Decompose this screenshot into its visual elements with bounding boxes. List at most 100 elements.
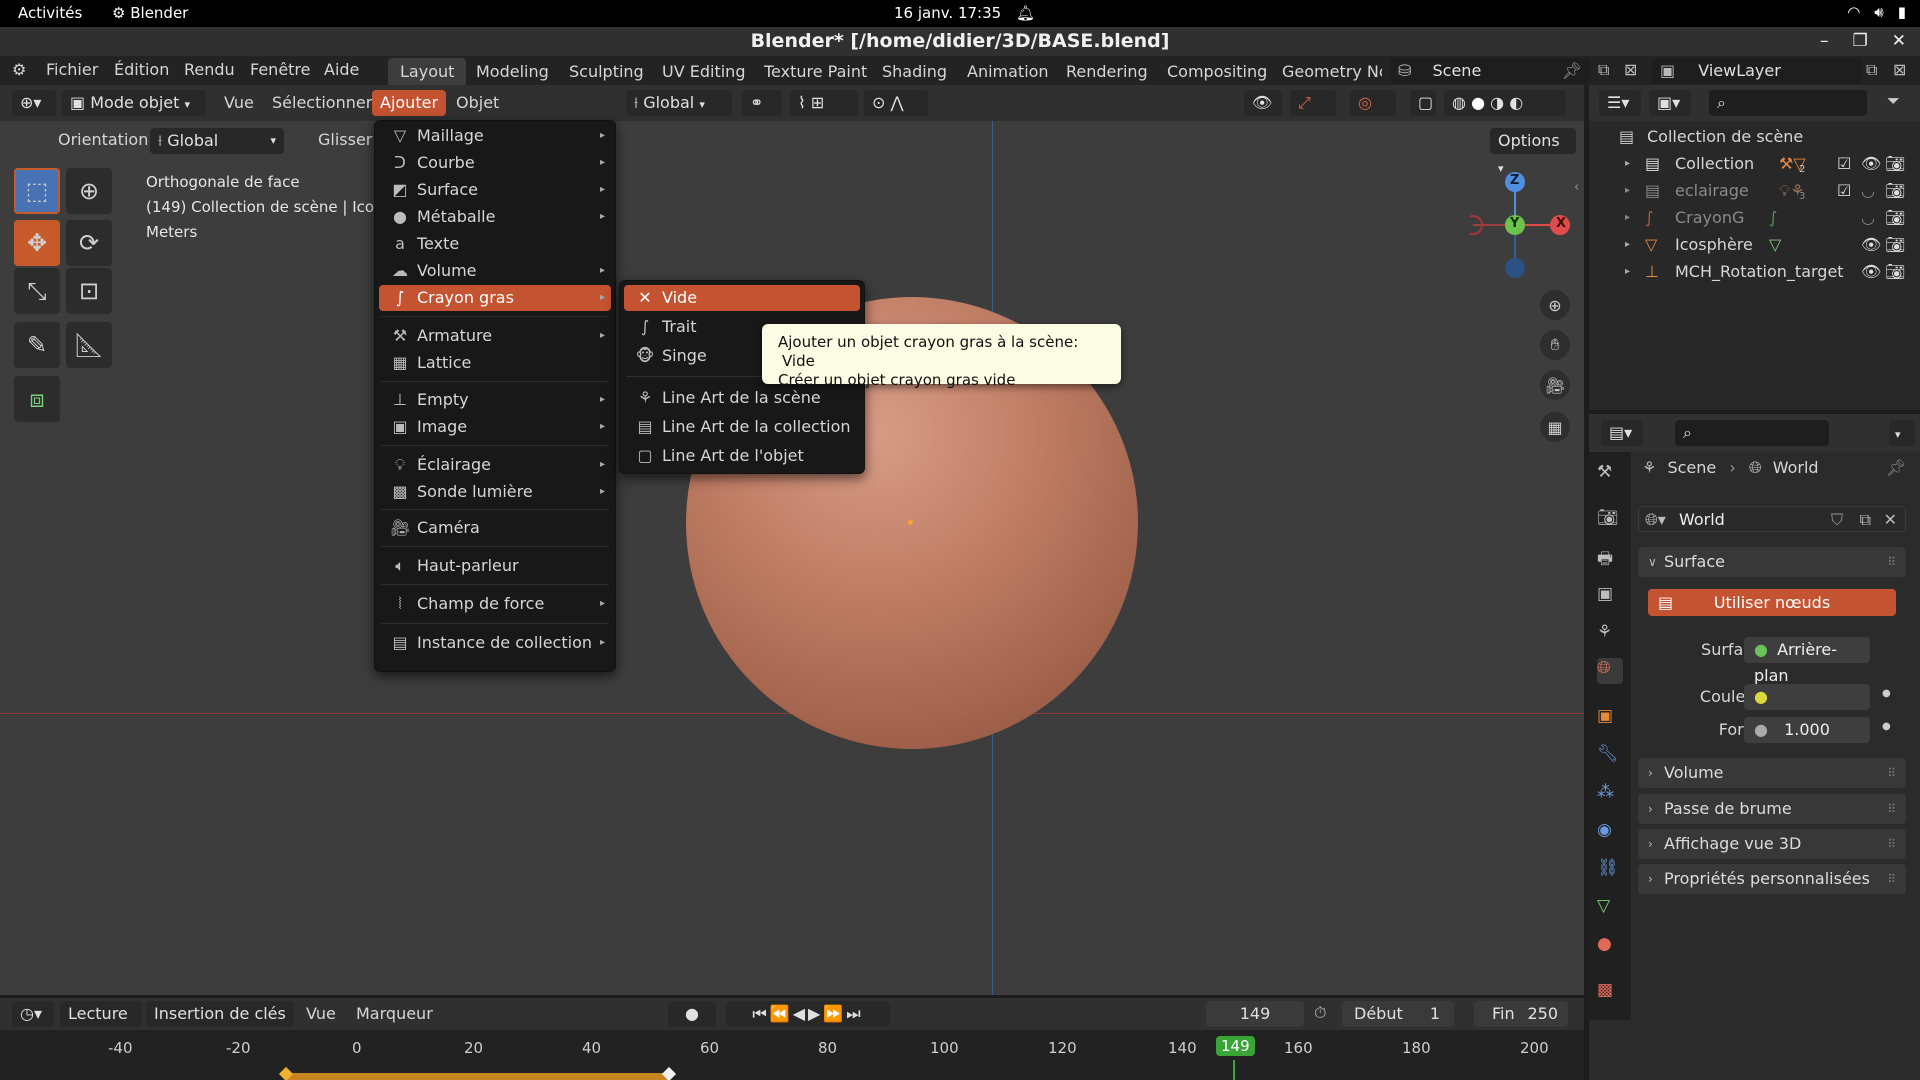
jump-end-icon[interactable]: ⏭ [846, 1004, 863, 1023]
drag-grip-icon[interactable]: ⠿ [1887, 864, 1896, 894]
menu-help[interactable]: Aide [324, 60, 359, 79]
stopwatch-icon[interactable]: ⏱ [1314, 1003, 1326, 1023]
playback-menu[interactable]: Lecture ▾ [60, 1001, 142, 1048]
add-cube-tool[interactable]: ⧈ [14, 376, 60, 422]
current-frame-indicator[interactable]: 149 [1216, 1036, 1255, 1056]
ortho-toggle-button[interactable]: ▦ [1540, 412, 1570, 442]
play-icon[interactable]: ▶ [808, 1004, 823, 1023]
output-tab-icon[interactable]: 🖶 [1597, 546, 1623, 572]
filter-icon[interactable]: ⏷ [1887, 91, 1900, 111]
expand-arrow-icon[interactable]: ▸ [1625, 177, 1630, 204]
surface-panel-header[interactable]: ∨ Surface ⠿ [1638, 547, 1906, 577]
add-menu-item-light-probe[interactable]: ▩ Sonde lumière ▸ [379, 479, 611, 505]
keyframe-dot-icon[interactable]: ● [1882, 721, 1891, 732]
collapse-sidebar-icon[interactable]: ‹ [1574, 180, 1579, 195]
tool-tab-icon[interactable]: ⚒ [1597, 462, 1623, 488]
use-nodes-button[interactable]: ▤ Utiliser nœuds [1648, 589, 1896, 616]
outliner-row-crayong[interactable]: ▸ ∫ CrayonG ∫ ◡ 📷︎ [1589, 204, 1920, 231]
texture-tab-icon[interactable]: ▩ [1597, 980, 1623, 1006]
add-menu-item-force-field[interactable]: ⦚ Champ de force ▸ [379, 591, 611, 617]
add-menu-item-collection-instance[interactable]: ▤ Instance de collection ▸ [379, 630, 611, 656]
gp-item-blank[interactable]: ✕ Vide [624, 285, 860, 311]
modifier-tab-icon[interactable]: 🔧︎ [1597, 744, 1623, 770]
surface-shader-selector[interactable]: ● Arrière-plan [1744, 637, 1870, 685]
activities-button[interactable]: Activités [18, 4, 82, 22]
pan-button[interactable]: ✋︎ [1540, 330, 1570, 360]
eye-closed-icon[interactable]: ◡ [1861, 177, 1875, 204]
add-menu-item-volume[interactable]: ☁ Volume ▸ [379, 258, 611, 284]
cursor-tool[interactable]: ⊕ [66, 168, 112, 214]
prev-keyframe-icon[interactable]: ⏪ [770, 1004, 793, 1023]
fake-user-icon[interactable]: ⛉ [1831, 507, 1843, 533]
render-camera-icon[interactable]: 📷︎ [1885, 231, 1905, 258]
outliner-search-input[interactable]: ⌕ [1709, 90, 1867, 116]
outliner-row-mch-rotation-target[interactable]: ▸ ⊥ MCH_Rotation_target 👁︎ 📷︎ [1589, 258, 1920, 285]
system-tray[interactable]: ◠ 🔊︎ ▮ [1847, 3, 1906, 21]
tab-animation[interactable]: Animation [955, 58, 1061, 85]
physics-tab-icon[interactable]: ◉ [1597, 820, 1623, 846]
gp-item-lineart-object[interactable]: ▢ Line Art de l'objet [624, 443, 860, 469]
start-frame-field[interactable]: Début 1 [1342, 1001, 1454, 1027]
render-camera-icon[interactable]: 📷︎ [1885, 177, 1905, 204]
add-menu-item-camera[interactable]: 🎥︎ Caméra [379, 515, 611, 541]
exclude-checkbox[interactable]: ☑ [1837, 177, 1851, 204]
expand-arrow-icon[interactable]: ▸ [1625, 258, 1630, 285]
auto-keying-toggle[interactable]: ● [668, 1001, 716, 1027]
eye-icon[interactable]: 👁︎ [1861, 231, 1881, 258]
camera-view-button[interactable]: 🎥︎ [1540, 370, 1570, 400]
material-tab-icon[interactable]: ● [1597, 934, 1623, 960]
outliner-row-collection[interactable]: ▸ ▤ Collection ⚒▽ 2 ☑ 👁︎ 📷︎ [1589, 150, 1920, 177]
snap-button[interactable]: ⌇ ⊞ [790, 90, 858, 116]
timeline-view-menu[interactable]: Vue [306, 1001, 336, 1027]
timeline-editor-type[interactable]: ◷▾ [12, 1001, 54, 1027]
zoom-button[interactable]: ⊕ [1540, 290, 1570, 320]
minimize-button[interactable]: – [1820, 27, 1829, 56]
menu-render[interactable]: Rendu [184, 60, 235, 79]
gizmo-toggle[interactable]: ⤢ [1290, 90, 1336, 116]
playback-controls[interactable]: ⏮⏪◀▶⏩⏭ [726, 1001, 890, 1027]
current-frame-field[interactable]: 149 [1206, 1001, 1304, 1027]
annotate-tool[interactable]: ✎ [14, 322, 60, 368]
orientation-selector[interactable]: ⟊ Global ▾ [150, 128, 284, 154]
expand-arrow-icon[interactable]: ▸ [1625, 150, 1630, 177]
maximize-button[interactable]: ❐ [1853, 27, 1868, 56]
proportional-edit-button[interactable]: ⊙ ⋀ [864, 90, 928, 116]
strength-field[interactable]: ● 1.000 [1744, 717, 1870, 743]
render-camera-icon[interactable]: 📷︎ [1885, 150, 1905, 177]
overlays-toggle[interactable]: ◎ [1350, 90, 1396, 116]
visibility-button[interactable]: 👁︎ [1244, 90, 1282, 116]
measure-tool[interactable]: 📐︎ [66, 322, 112, 368]
pin-icon[interactable]: 📌︎ [1886, 458, 1906, 477]
view-layer-tab-icon[interactable]: ▣ [1597, 584, 1623, 610]
tab-rendering[interactable]: Rendering [1054, 58, 1160, 85]
add-menu-item-text[interactable]: a Texte [379, 231, 611, 257]
expand-arrow-icon[interactable]: ▸ [1625, 204, 1630, 231]
mist-pass-panel-header[interactable]: › Passe de brume ⠿ [1638, 794, 1906, 824]
outliner-row-eclairage[interactable]: ▸ ▤ eclairage 💡︎⚘ 3 ☑ ◡ 📷︎ [1589, 177, 1920, 204]
tab-compositing[interactable]: Compositing [1155, 58, 1279, 85]
render-camera-icon[interactable]: 📷︎ [1885, 258, 1905, 285]
options-button[interactable]: Options ▾ [1490, 128, 1576, 175]
view-layer-selector[interactable]: ▣ ViewLayer [1652, 58, 1862, 84]
pivot-point-button[interactable]: ⚭ [742, 90, 782, 116]
transform-orientation-selector[interactable]: ⟊ Global ▾ [626, 90, 732, 116]
volume-panel-header[interactable]: › Volume ⠿ [1638, 758, 1906, 788]
menu-file[interactable]: Fichier [46, 60, 98, 79]
rotate-tool[interactable]: ⟳ [66, 220, 112, 266]
play-reverse-icon[interactable]: ◀ [793, 1004, 808, 1023]
viewport-display-panel-header[interactable]: › Affichage vue 3D ⠿ [1638, 829, 1906, 859]
add-menu-item-metaball[interactable]: ● Métaballe ▸ [379, 204, 611, 230]
add-menu-item-light[interactable]: 💡︎ Éclairage ▸ [379, 452, 611, 478]
display-mode-button[interactable]: ▣▾ [1649, 90, 1691, 116]
tab-sculpting[interactable]: Sculpting [557, 58, 656, 85]
add-menu-item-grease-pencil[interactable]: ∫ Crayon gras ▸ [379, 285, 611, 311]
tab-geometry-nodes[interactable]: Geometry Nc [1270, 58, 1382, 85]
tab-uv-editing[interactable]: UV Editing [650, 58, 757, 85]
add-menu-item-curve[interactable]: ᑐ Courbe ▸ [379, 150, 611, 176]
keyframe-dot-icon[interactable]: ● [1882, 688, 1891, 699]
next-keyframe-icon[interactable]: ⏩ [823, 1004, 846, 1023]
add-menu-item-speaker[interactable]: 🔈︎ Haut-parleur [379, 553, 611, 579]
outliner-row-scene-collection[interactable]: ▤ Collection de scène [1589, 123, 1920, 150]
duplicate-icon[interactable]: ⧉ [1860, 507, 1871, 533]
shading-modes[interactable]: ◍ ● ◑ ◐ [1444, 90, 1566, 116]
